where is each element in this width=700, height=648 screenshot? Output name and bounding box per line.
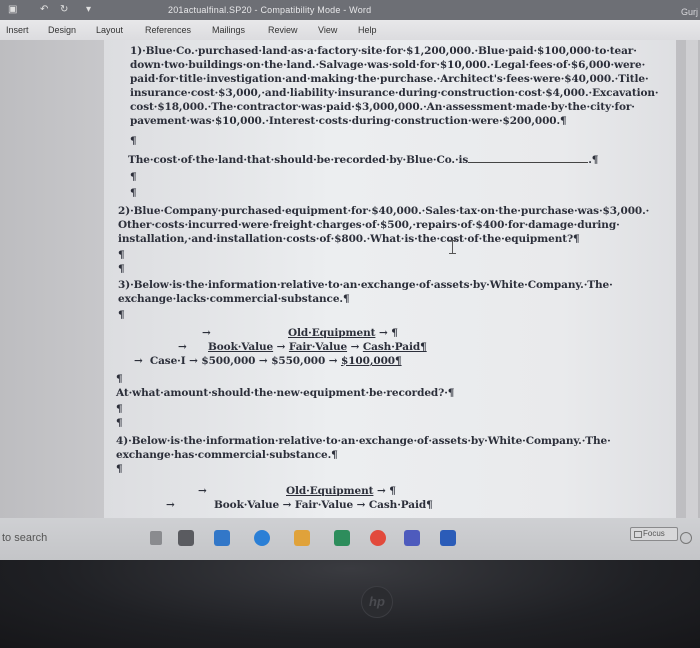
table3-arrow: → bbox=[178, 341, 187, 353]
row-label: Case·I bbox=[149, 355, 186, 367]
sep: → bbox=[347, 341, 363, 353]
undo-icon[interactable]: ↶ bbox=[40, 4, 48, 15]
col-fair-value: Fair·Value bbox=[288, 341, 348, 353]
text-line: 4)·Below·is·the·information·relative·to·… bbox=[116, 435, 611, 447]
land-cost-question: The·cost·of·the·land·that·should·be·reco… bbox=[128, 152, 598, 167]
table3-row: → Case·I → $500,000 → $550,000 → $100,00… bbox=[134, 354, 402, 368]
teams-icon[interactable] bbox=[404, 530, 420, 546]
people-icon[interactable] bbox=[680, 532, 692, 544]
table3-header: Old·Equipment → ¶ bbox=[288, 326, 398, 340]
old-equipment-heading: Old·Equipment bbox=[288, 327, 376, 339]
user-name[interactable]: Gurj bbox=[681, 7, 698, 17]
table4-arrow: → bbox=[198, 485, 207, 497]
paragraph-mark: ¶ bbox=[130, 135, 137, 147]
sep: → bbox=[185, 355, 202, 367]
tab-review[interactable]: Review bbox=[268, 25, 298, 35]
quick-access-dropdown-icon[interactable]: ▾ bbox=[86, 4, 91, 15]
redo-icon[interactable]: ↻ bbox=[60, 4, 68, 15]
paragraph-mark: ¶ bbox=[118, 309, 125, 321]
paragraph-mark: ¶ bbox=[118, 249, 125, 261]
text-line: 3)·Below·is·the·information·relative·to·… bbox=[118, 279, 613, 291]
file-explorer-icon[interactable] bbox=[294, 530, 310, 546]
paragraph-mark: ¶ bbox=[118, 263, 125, 275]
col-book-value: Book·Value bbox=[214, 499, 280, 511]
col-book-value: Book·Value bbox=[208, 341, 274, 353]
tab-view[interactable]: View bbox=[318, 25, 337, 35]
title-bar: ▣ ↶ ↻ ▾ 201actualfinal.SP20 - Compatibil… bbox=[0, 0, 700, 20]
fair-value-cell: $550,000 bbox=[271, 355, 326, 367]
col-cash-paid: Cash·Paid¶ bbox=[362, 341, 427, 353]
text-line: insurance·cost·$3,000,·and·liability·ins… bbox=[130, 87, 659, 99]
text-line: Other·costs·incurred·were·freight·charge… bbox=[118, 219, 620, 231]
land-cost-text: The·cost·of·the·land·that·should·be·reco… bbox=[128, 154, 469, 166]
focus-mode-button[interactable]: Focus bbox=[630, 527, 678, 541]
table3-columns: Book·Value → Fair·Value → Cash·Paid¶ bbox=[208, 340, 427, 354]
land-cost-end: .¶ bbox=[588, 154, 599, 166]
book-value-cell: $500,000 bbox=[201, 355, 256, 367]
ribbon-tabs: Insert Design Layout References Mailings… bbox=[0, 20, 700, 40]
text-cursor bbox=[449, 240, 456, 254]
text-line: installation,·and·installation·costs·of·… bbox=[118, 233, 580, 245]
table3-arrow: → bbox=[202, 327, 211, 339]
microphone-icon[interactable] bbox=[150, 531, 162, 545]
vertical-scrollbar[interactable] bbox=[686, 40, 698, 518]
store-icon[interactable] bbox=[334, 530, 350, 546]
search-placeholder: to search bbox=[2, 532, 48, 544]
text-line: 1)·Blue·Co.·purchased·land·as·a·factory·… bbox=[130, 45, 637, 57]
task-view-icon[interactable] bbox=[178, 530, 194, 546]
taskbar-search-input[interactable]: to search bbox=[0, 527, 160, 549]
laptop-bezel bbox=[0, 560, 700, 648]
document-page[interactable]: 1)·Blue·Co.·purchased·land·as·a·factory·… bbox=[104, 40, 676, 518]
sep: → bbox=[273, 341, 289, 353]
text-line: exchange·lacks·commercial·substance.¶ bbox=[118, 293, 350, 305]
focus-label: Focus bbox=[643, 529, 665, 538]
sep: → bbox=[255, 355, 272, 367]
paragraph-mark: ¶ bbox=[130, 187, 137, 199]
paragraph-mark: ¶ bbox=[116, 417, 123, 429]
sep: → bbox=[325, 355, 341, 367]
answer-blank[interactable] bbox=[468, 152, 589, 163]
word-icon[interactable] bbox=[440, 530, 456, 546]
chrome-browser-icon[interactable] bbox=[370, 530, 386, 546]
text-line: pavement·was·$10,000.·Interest·costs·dur… bbox=[130, 115, 567, 127]
old-equipment-heading: Old·Equipment bbox=[286, 485, 374, 497]
tab-design[interactable]: Design bbox=[48, 25, 76, 35]
cash-paid-cell: $100,000¶ bbox=[341, 355, 402, 367]
tab-help[interactable]: Help bbox=[358, 25, 377, 35]
tab-layout[interactable]: Layout bbox=[96, 25, 123, 35]
text-line: exchange·has·commercial·substance.¶ bbox=[116, 449, 338, 461]
mail-icon[interactable] bbox=[214, 530, 230, 546]
tab-references[interactable]: References bbox=[145, 25, 191, 35]
document-title: 201actualfinal.SP20 - Compatibility Mode… bbox=[168, 5, 372, 15]
text-line: paid·for·title·investigation·and·making·… bbox=[130, 73, 649, 85]
paragraph-mark: ¶ bbox=[116, 403, 123, 415]
text-line: down·two·buildings·on·the·land.·Salvage·… bbox=[130, 59, 646, 71]
tab-mailings[interactable]: Mailings bbox=[212, 25, 245, 35]
save-icon[interactable]: ▣ bbox=[8, 4, 17, 15]
col-cash-paid: Cash·Paid¶ bbox=[368, 499, 433, 511]
text-line: At·what·amount·should·the·new·equipment·… bbox=[116, 387, 455, 399]
table4-columns: Book·Value → Fair·Value → Cash·Paid¶ bbox=[214, 499, 433, 511]
table4-arrow: → bbox=[166, 499, 175, 511]
header-tail: → ¶ bbox=[373, 485, 396, 497]
text-line: 2)·Blue·Company·purchased·equipment·for·… bbox=[118, 205, 650, 217]
paragraph-mark: ¶ bbox=[130, 171, 137, 183]
paragraph-mark: ¶ bbox=[116, 373, 123, 385]
text-line: cost·$18,000.·The·contractor·was·paid·$3… bbox=[130, 101, 635, 113]
paragraph-mark: ¶ bbox=[116, 463, 123, 475]
header-tail: → ¶ bbox=[375, 327, 398, 339]
table4-header: Old·Equipment → ¶ bbox=[286, 484, 396, 498]
tab-insert[interactable]: Insert bbox=[6, 25, 29, 35]
row-arrow: → bbox=[134, 355, 143, 367]
focus-icon bbox=[634, 531, 642, 538]
hp-logo: hp bbox=[361, 586, 393, 618]
taskbar: to search bbox=[0, 518, 700, 560]
edge-browser-icon[interactable] bbox=[254, 530, 270, 546]
col-fair-value: Fair·Value bbox=[294, 499, 354, 511]
